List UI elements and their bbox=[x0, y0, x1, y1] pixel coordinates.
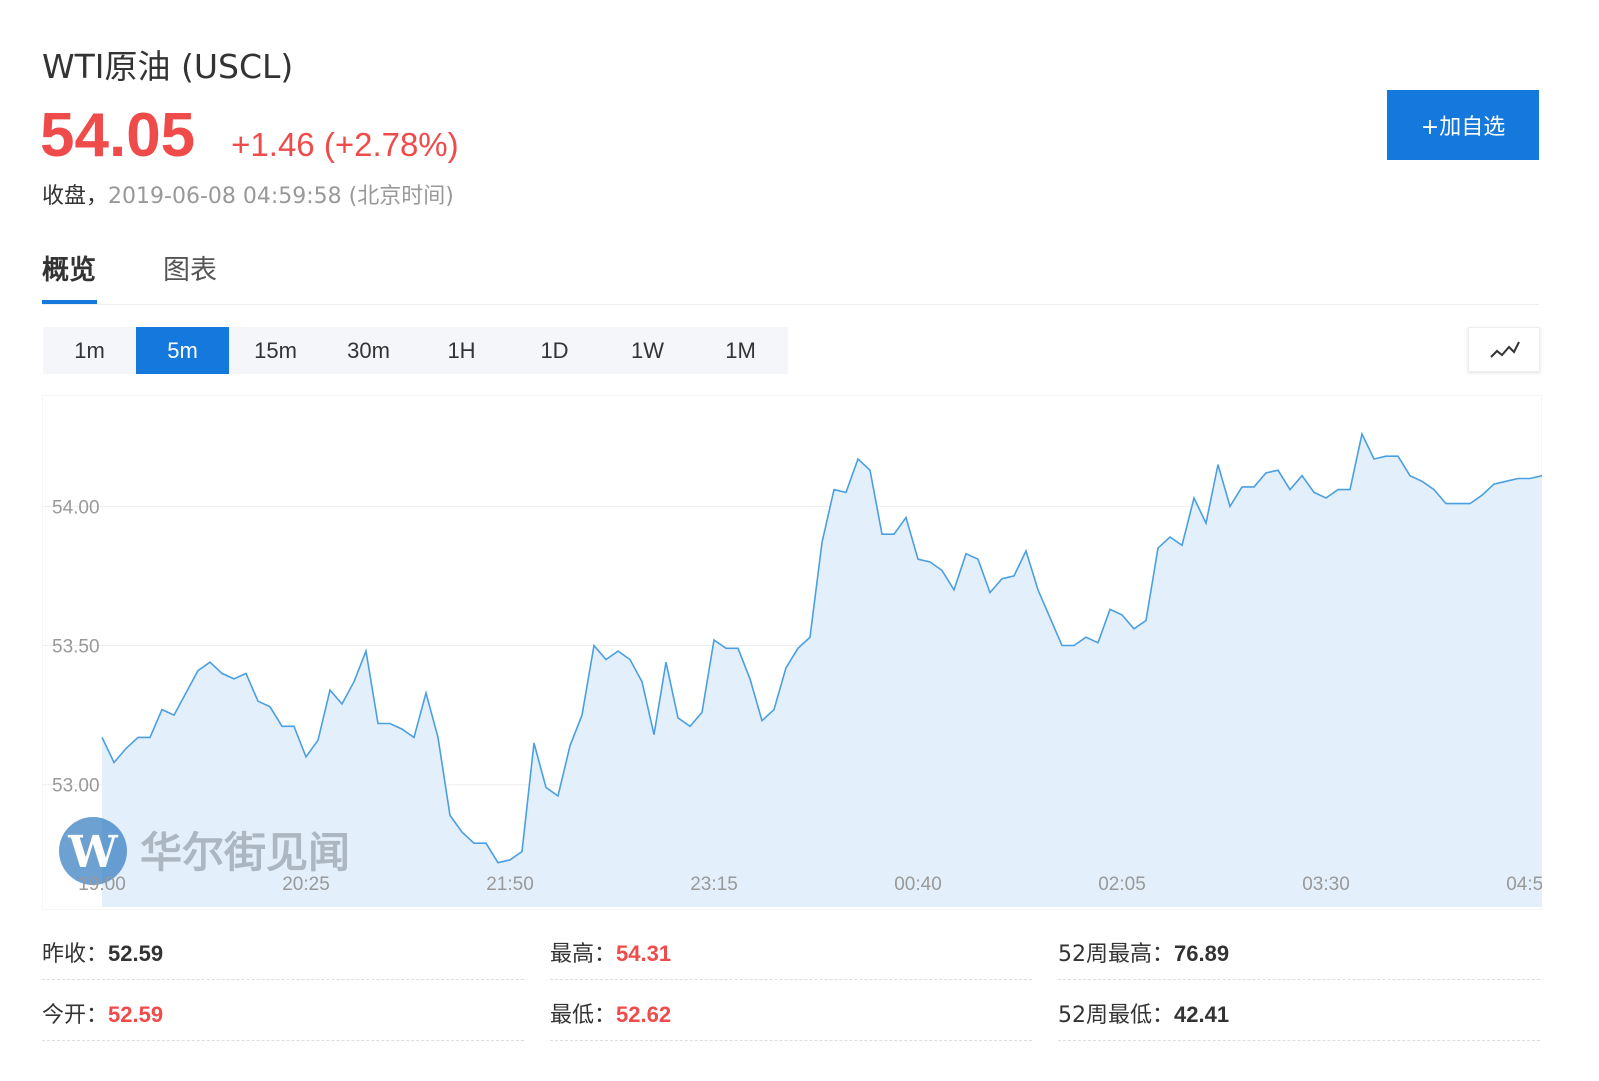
stat-label: 最高： bbox=[550, 942, 617, 967]
divider bbox=[1058, 979, 1540, 980]
x-tick-label: 23:15 bbox=[690, 874, 738, 895]
divider bbox=[1058, 1040, 1540, 1041]
chart-type-button[interactable] bbox=[1468, 327, 1540, 372]
period-1m[interactable]: 1m bbox=[43, 327, 136, 374]
x-tick-label: 00:40 bbox=[894, 874, 942, 895]
period-1mo[interactable]: 1M bbox=[694, 327, 787, 374]
period-1w[interactable]: 1W bbox=[601, 327, 694, 374]
stat-high: 最高：54.31 bbox=[550, 936, 671, 968]
stat-52w-high: 52周最高：76.89 bbox=[1058, 936, 1229, 968]
tab-overview[interactable]: 概览 bbox=[42, 248, 97, 304]
y-tick-label: 54.00 bbox=[52, 497, 100, 518]
status-label: 收盘， bbox=[42, 184, 109, 209]
stat-value: 54.31 bbox=[616, 941, 672, 966]
x-tick-label: 04:55 bbox=[1506, 874, 1542, 895]
divider bbox=[550, 1040, 1032, 1041]
divider bbox=[550, 979, 1032, 980]
update-timestamp: 2019-06-08 04:59:58 bbox=[108, 184, 342, 209]
period-30m[interactable]: 30m bbox=[322, 327, 415, 374]
stat-value: 52.59 bbox=[108, 941, 164, 966]
watermark-logo: W bbox=[67, 827, 118, 878]
main-tabs: 概览 图表 bbox=[42, 248, 1539, 305]
stat-value: 52.62 bbox=[616, 1002, 672, 1027]
stat-prev-close: 昨收：52.59 bbox=[42, 936, 163, 968]
stat-label: 52周最高： bbox=[1058, 942, 1174, 967]
y-tick-label: 53.00 bbox=[52, 776, 100, 797]
stat-value: 76.89 bbox=[1174, 941, 1230, 966]
x-tick-label: 20:25 bbox=[282, 874, 330, 895]
market-status: 收盘，2019-06-08 04:59:58 (北京时间) bbox=[42, 178, 454, 210]
price-row: 54.05 +1.46 (+2.78%) bbox=[40, 100, 459, 171]
stat-low: 最低：52.62 bbox=[550, 997, 671, 1029]
x-tick-label: 03:30 bbox=[1302, 874, 1350, 895]
tab-chart[interactable]: 图表 bbox=[163, 248, 223, 304]
timezone-label: (北京时间) bbox=[348, 184, 454, 209]
stat-52w-low: 52周最低：42.41 bbox=[1058, 997, 1229, 1029]
period-selector: 1m 5m 15m 30m 1H 1D 1W 1M bbox=[43, 327, 788, 374]
stat-label: 52周最低： bbox=[1058, 1003, 1174, 1028]
stat-label: 最低： bbox=[550, 1003, 617, 1028]
watermark-text: 华尔街见闻 bbox=[140, 828, 350, 877]
divider bbox=[42, 979, 524, 980]
stat-label: 今开： bbox=[42, 1003, 109, 1028]
stat-open: 今开：52.59 bbox=[42, 997, 163, 1029]
period-1h[interactable]: 1H bbox=[415, 327, 508, 374]
period-15m[interactable]: 15m bbox=[229, 327, 322, 374]
x-tick-label: 21:50 bbox=[486, 874, 534, 895]
x-tick-label: 19:00 bbox=[78, 874, 126, 895]
instrument-title: WTI原油 (USCL) bbox=[42, 47, 294, 86]
divider bbox=[42, 1040, 524, 1041]
add-to-watchlist-button[interactable]: +加自选 bbox=[1387, 90, 1539, 160]
period-5m[interactable]: 5m bbox=[136, 327, 229, 374]
stat-label: 昨收： bbox=[42, 942, 109, 967]
line-chart-icon bbox=[1490, 341, 1520, 358]
stat-value: 52.59 bbox=[108, 1002, 164, 1027]
price-change: +1.46 (+2.78%) bbox=[231, 126, 459, 163]
last-price: 54.05 bbox=[40, 101, 196, 170]
period-1d[interactable]: 1D bbox=[508, 327, 601, 374]
price-chart[interactable]: W 华尔街见闻 53.00 53.50 54.00 19:00 20:25 21:50 2… bbox=[42, 395, 1542, 910]
y-tick-label: 53.50 bbox=[52, 637, 100, 658]
x-tick-label: 02:05 bbox=[1098, 874, 1146, 895]
stat-value: 42.41 bbox=[1174, 1002, 1230, 1027]
